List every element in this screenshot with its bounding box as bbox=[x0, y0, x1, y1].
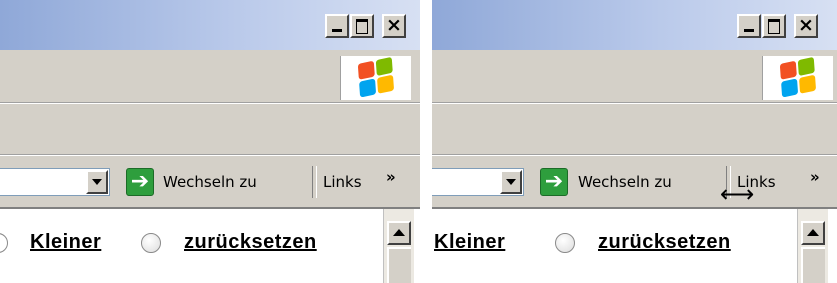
title-bar[interactable]: × bbox=[0, 0, 420, 50]
page-content: Kleiner zurücksetzen bbox=[0, 207, 420, 283]
menu-bar bbox=[0, 50, 420, 103]
standard-toolbar bbox=[432, 103, 837, 155]
page-content: Kleiner zurücksetzen bbox=[432, 207, 837, 283]
maximize-button[interactable] bbox=[762, 14, 786, 38]
dropdown-arrow-icon bbox=[92, 179, 102, 185]
go-arrow-icon[interactable]: ➔ bbox=[540, 168, 568, 196]
toolbar-separator bbox=[312, 166, 317, 198]
minimize-button[interactable] bbox=[325, 14, 349, 38]
close-button[interactable]: × bbox=[794, 14, 818, 38]
chevron-icon[interactable]: » bbox=[810, 168, 820, 186]
maximize-button[interactable] bbox=[350, 14, 374, 38]
close-icon: × bbox=[386, 14, 402, 36]
resize-cursor-icon: ⟷ bbox=[720, 180, 755, 208]
scroll-up-button[interactable] bbox=[387, 221, 411, 245]
reset-link[interactable]: zurücksetzen bbox=[184, 231, 317, 254]
throbber bbox=[762, 56, 833, 100]
address-bar: ➔ Wechseln zu Links » ⟷ bbox=[432, 155, 837, 208]
menu-bar bbox=[432, 50, 837, 103]
close-button[interactable]: × bbox=[382, 14, 406, 38]
minimize-icon bbox=[332, 29, 342, 32]
standard-toolbar bbox=[0, 103, 420, 155]
browser-window-right: × ➔ Wechseln zu Links » ⟷ Kleiner zurück… bbox=[432, 0, 837, 283]
minimize-icon bbox=[744, 29, 754, 32]
links-label[interactable]: Links bbox=[323, 173, 362, 191]
radio-reset[interactable] bbox=[555, 233, 575, 253]
scroll-up-button[interactable] bbox=[801, 221, 825, 245]
scroll-thumb[interactable] bbox=[387, 247, 411, 283]
close-icon: × bbox=[798, 14, 814, 36]
throbber bbox=[340, 56, 411, 100]
address-dropdown-button[interactable] bbox=[500, 170, 522, 194]
radio-reset[interactable] bbox=[141, 233, 161, 253]
go-button-label[interactable]: Wechseln zu bbox=[578, 173, 672, 191]
maximize-icon bbox=[768, 19, 780, 34]
radio-smaller[interactable] bbox=[0, 233, 8, 253]
maximize-icon bbox=[356, 19, 368, 34]
vertical-scrollbar[interactable] bbox=[383, 209, 414, 283]
browser-window-left: × ➔ Wechseln zu Links » Kleiner zurückse… bbox=[0, 0, 420, 283]
scroll-up-icon bbox=[807, 229, 819, 236]
vertical-scrollbar[interactable] bbox=[797, 209, 828, 283]
windows-logo-icon bbox=[779, 56, 818, 99]
smaller-link[interactable]: Kleiner bbox=[30, 231, 101, 254]
go-arrow-icon[interactable]: ➔ bbox=[126, 168, 154, 196]
address-dropdown-button[interactable] bbox=[86, 170, 108, 194]
chevron-icon[interactable]: » bbox=[386, 168, 396, 186]
scroll-up-icon bbox=[393, 229, 405, 236]
scroll-thumb[interactable] bbox=[801, 247, 825, 283]
windows-logo-icon bbox=[357, 56, 396, 99]
title-bar[interactable]: × bbox=[432, 0, 837, 50]
dropdown-arrow-icon bbox=[506, 179, 516, 185]
reset-link[interactable]: zurücksetzen bbox=[598, 231, 731, 254]
pane-divider bbox=[420, 0, 432, 283]
address-bar: ➔ Wechseln zu Links » bbox=[0, 155, 420, 208]
go-button-label[interactable]: Wechseln zu bbox=[163, 173, 257, 191]
smaller-link[interactable]: Kleiner bbox=[434, 231, 505, 254]
minimize-button[interactable] bbox=[737, 14, 761, 38]
